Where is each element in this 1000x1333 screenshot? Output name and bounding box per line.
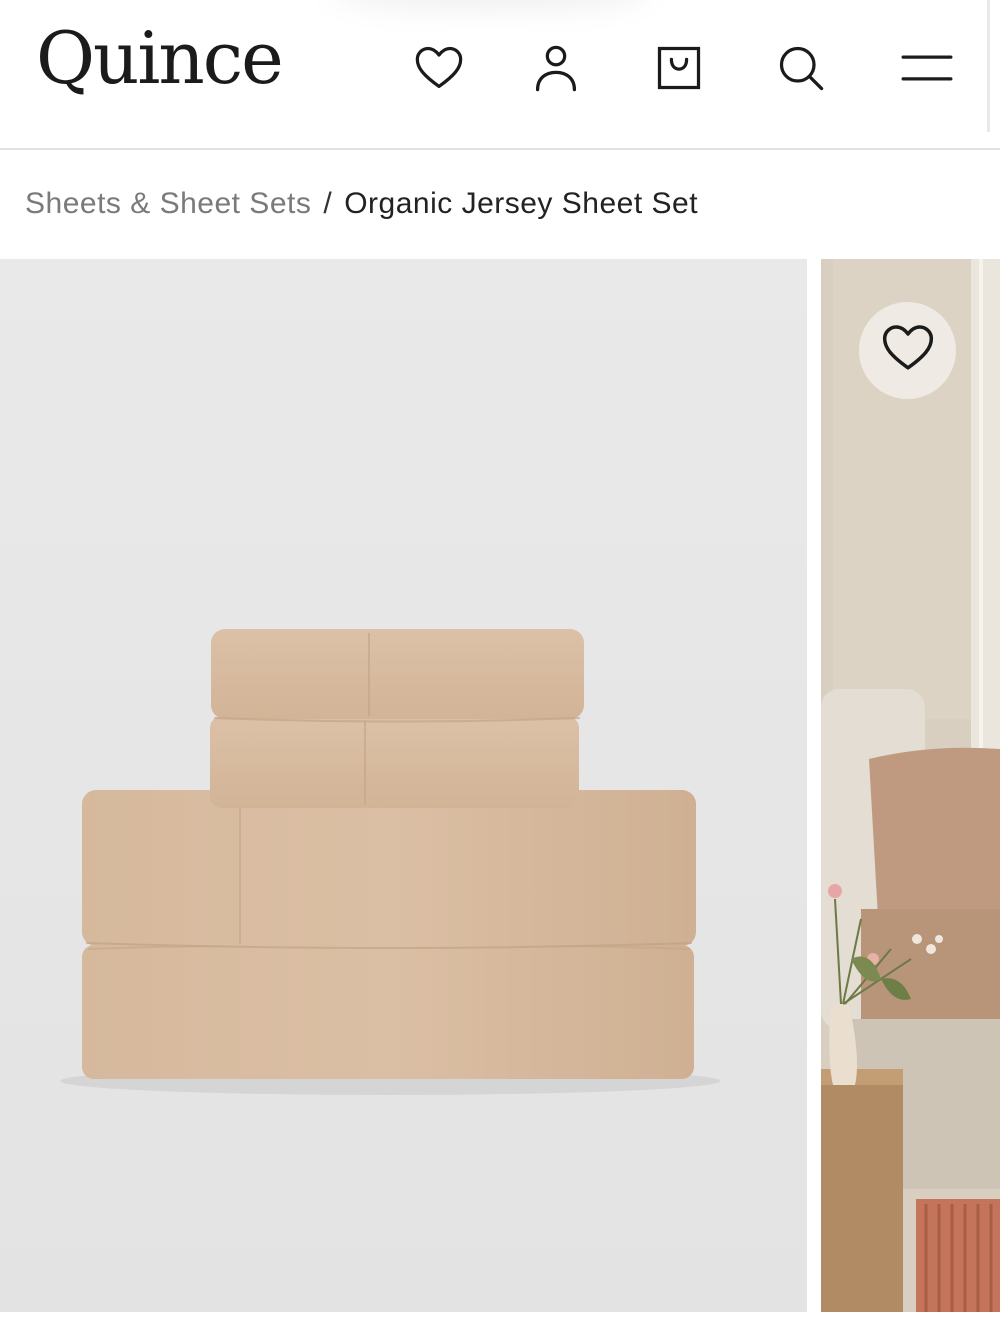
wishlist-heart-icon[interactable] bbox=[409, 38, 469, 98]
account-user-icon[interactable] bbox=[526, 38, 586, 98]
search-icon[interactable] bbox=[771, 38, 831, 98]
product-image-lifestyle[interactable] bbox=[821, 259, 1000, 1312]
breadcrumb-current: Organic Jersey Sheet Set bbox=[344, 187, 699, 220]
product-image-main[interactable] bbox=[0, 259, 807, 1312]
site-header: Quince bbox=[0, 0, 1000, 150]
breadcrumb-separator: / bbox=[323, 187, 333, 220]
menu-icon[interactable] bbox=[897, 38, 957, 98]
scroll-edge bbox=[987, 0, 990, 132]
header-shadow bbox=[330, 0, 650, 10]
add-to-favorites-button[interactable] bbox=[859, 302, 956, 399]
breadcrumb-parent-link[interactable]: Sheets & Sheet Sets bbox=[25, 187, 311, 220]
heart-icon bbox=[880, 320, 936, 381]
shopping-bag-icon[interactable] bbox=[649, 38, 709, 98]
quince-logo[interactable]: Quince bbox=[36, 22, 284, 94]
bedroom-scene-illustration bbox=[821, 259, 1000, 1312]
folded-sheets-illustration bbox=[0, 259, 807, 1312]
breadcrumb: Sheets & Sheet Sets / Organic Jersey Sheet… bbox=[25, 184, 698, 224]
